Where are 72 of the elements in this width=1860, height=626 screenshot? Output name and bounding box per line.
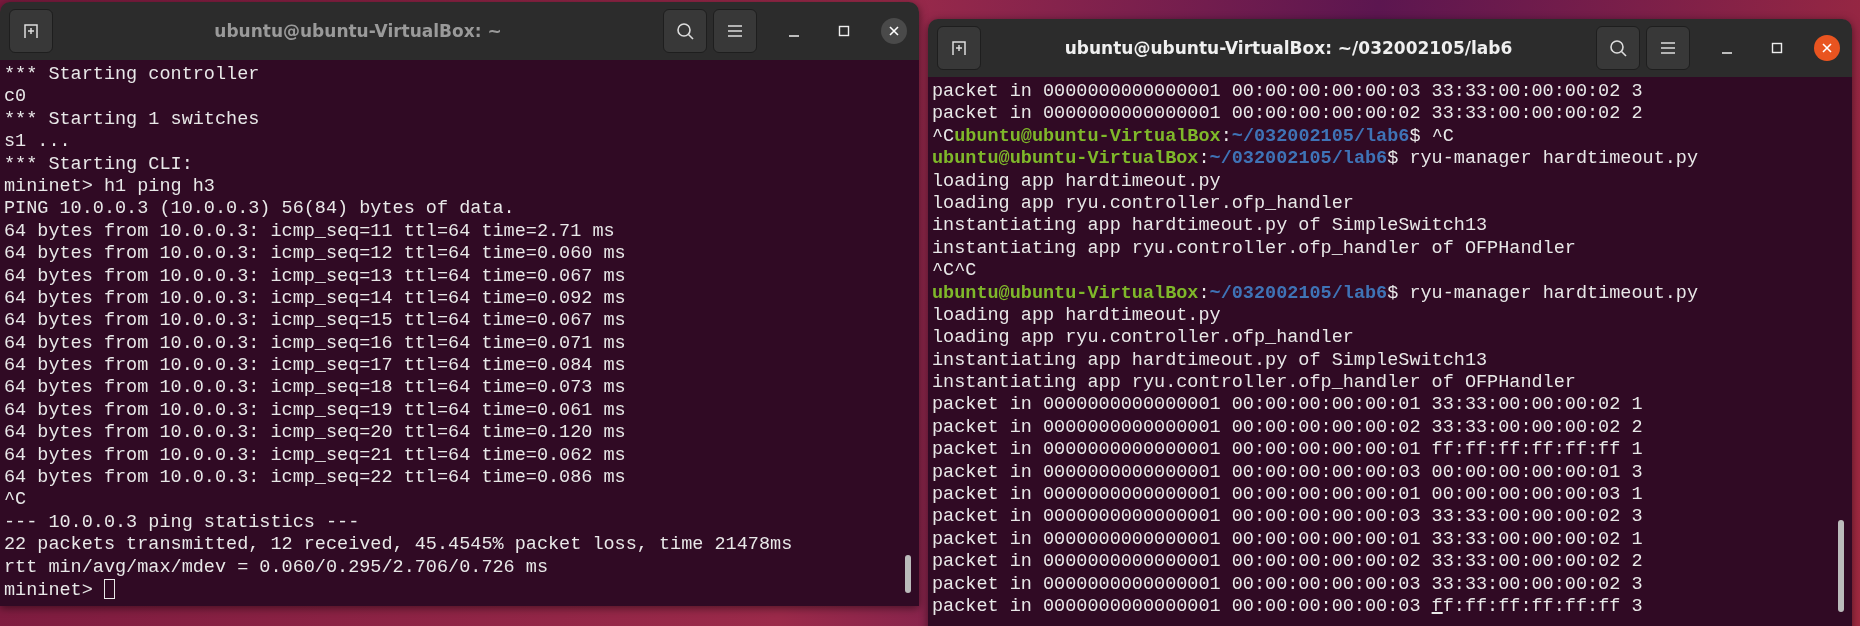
minimize-icon — [1722, 52, 1732, 54]
search-button[interactable] — [663, 9, 707, 53]
scrollbar[interactable] — [905, 555, 911, 593]
terminal-line: 64 bytes from 10.0.0.3: icmp_seq=12 ttl=64 time=0.060 ms — [4, 243, 626, 266]
terminal-line: ^C^C — [932, 260, 977, 283]
close-button[interactable] — [1814, 35, 1840, 61]
terminal-line: packet in 0000000000000001 00:00:00:00:00:02 33:33:00:00:00:02 2 — [932, 103, 1643, 126]
new-tab-icon — [21, 21, 41, 41]
new-tab-icon — [949, 38, 969, 58]
minimize-icon — [789, 35, 799, 37]
menu-icon — [726, 23, 744, 39]
terminal-line: c0 — [4, 86, 27, 109]
terminal-line: packet in 0000000000000001 00:00:00:00:00:02 33:33:00:00:00:02 2 — [932, 416, 1643, 440]
terminal-line: loading app hardtimeout.py — [932, 304, 1221, 328]
terminal-line: instantiating app ryu.controller.ofp_handler of OFPHandler — [932, 372, 1576, 395]
terminal-line: packet in 0000000000000001 00:00:00:00:00:01 33:33:00:00:00:02 1 — [932, 528, 1643, 552]
terminal-line: 64 bytes from 10.0.0.3: icmp_seq=19 ttl=64 time=0.061 ms — [4, 399, 626, 423]
menu-button[interactable] — [713, 9, 757, 53]
terminal-line: mininet> — [4, 579, 115, 602]
close-button[interactable] — [881, 18, 907, 44]
terminal-line: 64 bytes from 10.0.0.3: icmp_seq=21 ttl=64 time=0.062 ms — [4, 444, 626, 468]
terminal-line: mininet> h1 ping h3 — [4, 175, 215, 199]
search-icon — [1608, 38, 1628, 58]
terminal-line: 22 packets transmitted, 12 received, 45.4545% packet loss, time 21478ms — [4, 534, 793, 557]
terminal-line: packet in 0000000000000001 00:00:00:00:00:02 33:33:00:00:00:02 2 — [932, 551, 1643, 574]
terminal-line: *** Starting CLI: — [4, 153, 193, 176]
terminal-line: packet in 0000000000000001 00:00:00:00:00:01 ff:ff:ff:ff:ff:ff 1 — [932, 439, 1643, 462]
terminal-line: 64 bytes from 10.0.0.3: icmp_seq=15 ttl=64 time=0.067 ms — [4, 310, 626, 333]
close-icon — [888, 25, 900, 37]
terminal-line: packet in 0000000000000001 00:00:00:00:00:03 ff:ff:ff:ff:ff:ff 3 — [932, 596, 1643, 619]
menu-button[interactable] — [1646, 26, 1690, 70]
terminal-line: 64 bytes from 10.0.0.3: icmp_seq=22 ttl=64 time=0.086 ms — [4, 467, 626, 490]
terminal-line: packet in 0000000000000001 00:00:00:00:00:01 33:33:00:00:00:02 1 — [932, 394, 1643, 417]
maximize-icon — [838, 25, 850, 37]
terminal-line: packet in 0000000000000001 00:00:00:00:00:01 00:00:00:00:00:03 1 — [932, 484, 1643, 507]
new-tab-button[interactable] — [9, 9, 53, 53]
maximize-icon — [1771, 42, 1783, 54]
terminal-line: packet in 0000000000000001 00:00:00:00:00:03 33:33:00:00:00:02 3 — [932, 506, 1643, 529]
terminal-line: ubuntu@ubuntu-VirtualBox:~/032002105/lab6$ ryu-manager hardtimeout.py — [932, 282, 1699, 305]
terminal-line: packet in 0000000000000001 00:00:00:00:00:03 33:33:00:00:00:02 3 — [932, 573, 1643, 596]
new-tab-button[interactable] — [937, 26, 981, 70]
terminal-line: *** Starting 1 switches — [4, 108, 260, 132]
terminal-line: PING 10.0.0.3 (10.0.0.3) 56(84) bytes of data. — [4, 198, 515, 221]
terminal-line: 64 bytes from 10.0.0.3: icmp_seq=11 ttl=64 time=2.71 ms — [4, 220, 615, 244]
terminal-line: instantiating app hardtimeout.py of SimpleSwitch13 — [932, 215, 1488, 238]
terminal-line: packet in 0000000000000001 00:00:00:00:00:03 33:33:00:00:00:02 3 — [932, 81, 1643, 104]
terminal-line: ubuntu@ubuntu-VirtualBox:~/032002105/lab6$ ryu-manager hardtimeout.py — [932, 148, 1699, 171]
window-title: ubuntu@ubuntu-VirtualBox: ~/032002105/lab6 — [1063, 38, 1514, 58]
terminal-line: instantiating app hardtimeout.py of SimpleSwitch13 — [932, 349, 1488, 373]
search-button[interactable] — [1596, 26, 1640, 70]
terminal-line: rtt min/avg/max/mdev = 0.060/0.295/2.706/0.726 ms — [4, 556, 548, 579]
terminal-line: 64 bytes from 10.0.0.3: icmp_seq=16 ttl=64 time=0.071 ms — [4, 332, 626, 356]
terminal-line: 64 bytes from 10.0.0.3: icmp_seq=20 ttl=64 time=0.120 ms — [4, 422, 626, 445]
terminal-line: 64 bytes from 10.0.0.3: icmp_seq=17 ttl=64 time=0.084 ms — [4, 355, 626, 378]
terminal-line: ^Cubuntu@ubuntu-VirtualBox:~/032002105/lab6$ ^C — [932, 125, 1454, 149]
menu-icon — [1659, 40, 1677, 56]
terminal-line: loading app ryu.controller.ofp_handler — [932, 192, 1354, 216]
terminal-line: instantiating app ryu.controller.ofp_handler of OFPHandler — [932, 237, 1576, 261]
terminal-line: s1 ... — [4, 131, 71, 154]
window-title: ubuntu@ubuntu-VirtualBox: ~ — [213, 21, 503, 41]
terminal-line: loading app hardtimeout.py — [932, 170, 1221, 193]
close-icon — [1821, 42, 1833, 54]
terminal-line: *** Starting controller — [4, 64, 260, 87]
terminal-line: 64 bytes from 10.0.0.3: icmp_seq=18 ttl=64 time=0.073 ms — [4, 377, 626, 400]
terminal-line: ^C — [4, 489, 27, 512]
terminal-line: packet in 0000000000000001 00:00:00:00:00:03 00:00:00:00:00:01 3 — [932, 461, 1643, 485]
scrollbar[interactable] — [1838, 520, 1844, 612]
search-icon — [675, 21, 695, 41]
terminal-line: --- 10.0.0.3 ping statistics --- — [4, 511, 360, 535]
terminal-line: 64 bytes from 10.0.0.3: icmp_seq=13 ttl=64 time=0.067 ms — [4, 265, 626, 288]
terminal-line: loading app ryu.controller.ofp_handler — [932, 327, 1354, 350]
terminal-line: 64 bytes from 10.0.0.3: icmp_seq=14 ttl=64 time=0.092 ms — [4, 287, 626, 311]
